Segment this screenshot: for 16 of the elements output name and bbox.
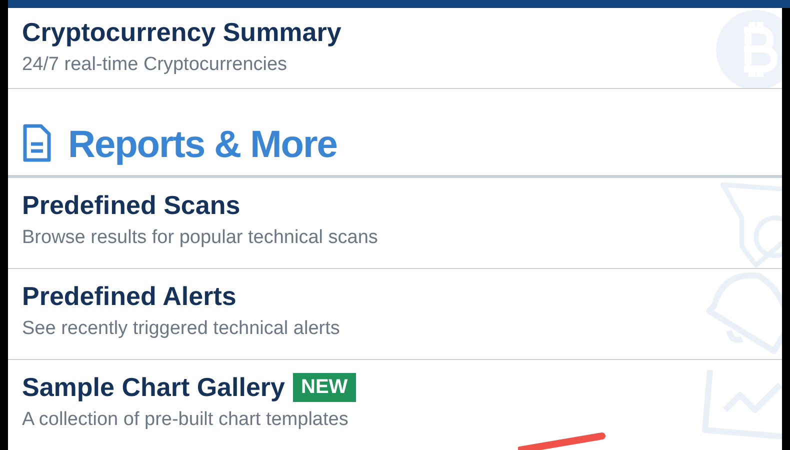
document-icon [22,123,52,163]
item-description: Browse results for popular technical scans [22,227,379,249]
menu-item[interactable]: Predefined Alerts See recently triggered technical alerts [8,269,782,360]
item-description: A collection of pre-built chart templates [22,409,350,431]
item-description: See recently triggered technical alerts [22,318,341,340]
new-badge: NEW [293,372,356,402]
item-description: 24/7 real-time Cryptocurrencies [22,54,288,76]
item-title: Predefined Alerts [22,280,236,312]
item-title: Predefined Scans [22,190,240,220]
menu-item[interactable]: Predefined Scans Browse results for popular technical scans [8,178,782,269]
menu-item[interactable]: Cryptocurrency Summary 24/7 real-time Cryptocurrencies [8,8,782,89]
section-title: Reports & More [68,124,337,167]
item-title: Cryptocurrency Summary [22,16,342,48]
bell-icon [704,271,782,356]
menu-item[interactable]: Sample Chart Gallery NEW A collection of pre-built chart templates [8,360,782,450]
item-title: Sample Chart Gallery [22,372,285,402]
